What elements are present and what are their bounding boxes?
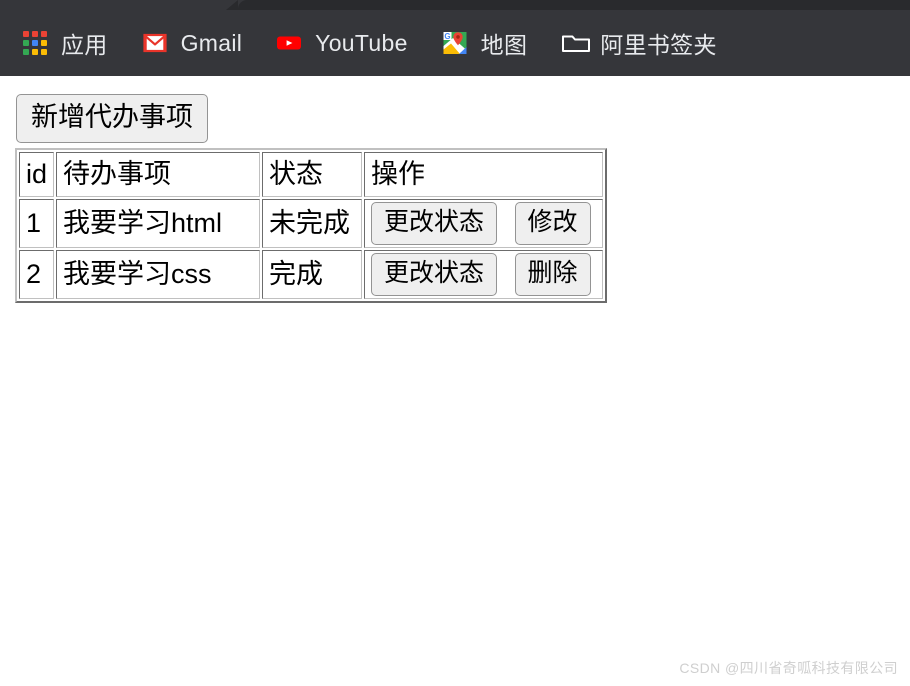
bookmark-item-youtube[interactable]: YouTube bbox=[276, 30, 407, 57]
bookmark-item-gmail[interactable]: Gmail bbox=[142, 30, 243, 57]
bookmark-label-alibaba-bookmarks: 阿里书签夹 bbox=[600, 32, 717, 58]
cell-id: 2 bbox=[19, 250, 55, 300]
bookmark-label-apps: 应用 bbox=[61, 32, 108, 58]
cell-status: 完成 bbox=[262, 250, 363, 300]
active-tab[interactable] bbox=[226, 0, 910, 10]
bookmark-item-apps[interactable]: 应用 bbox=[22, 26, 108, 60]
column-header-status: 状态 bbox=[262, 152, 363, 198]
bookmark-label-youtube: YouTube bbox=[315, 29, 408, 56]
csdn-watermark: CSDN @四川省奇呱科技有限公司 bbox=[679, 660, 898, 676]
add-todo-button[interactable]: 新增代办事项 bbox=[16, 94, 208, 143]
folder-icon bbox=[561, 30, 591, 56]
cell-title: 我要学习html bbox=[56, 199, 261, 249]
svg-text:G: G bbox=[444, 32, 450, 41]
column-header-title: 待办事项 bbox=[56, 152, 261, 198]
todo-table: id 待办事项 状态 操作 1 我要学习html 未完成 更改状态 修改 2 我… bbox=[15, 148, 608, 304]
bookmarks-bar: 应用 Gmail YouTube G 地图 阿里书签夹 bbox=[0, 10, 910, 76]
bookmark-label-maps: 地图 bbox=[480, 32, 528, 58]
browser-chrome: 应用 Gmail YouTube G 地图 阿里书签夹 bbox=[0, 0, 910, 76]
toggle-status-button[interactable]: 更改状态 bbox=[371, 253, 498, 297]
todo-table-body: 1 我要学习html 未完成 更改状态 修改 2 我要学习css 完成 更改状态… bbox=[19, 199, 604, 300]
cell-id: 1 bbox=[19, 199, 55, 249]
youtube-icon bbox=[276, 30, 302, 56]
bookmark-item-alibaba-bookmarks[interactable]: 阿里书签夹 bbox=[561, 26, 717, 60]
bookmark-item-maps[interactable]: G 地图 bbox=[442, 26, 528, 60]
delete-button[interactable]: 删除 bbox=[514, 253, 591, 297]
edit-button[interactable]: 修改 bbox=[514, 202, 591, 246]
gmail-icon bbox=[142, 30, 168, 56]
column-header-id: id bbox=[19, 152, 55, 198]
table-row: 2 我要学习css 完成 更改状态 删除 bbox=[19, 250, 604, 300]
cell-actions: 更改状态 删除 bbox=[364, 250, 604, 300]
cell-status: 未完成 bbox=[262, 199, 363, 249]
todo-table-head: id 待办事项 状态 操作 bbox=[19, 152, 604, 198]
column-header-action: 操作 bbox=[364, 152, 604, 198]
cell-title: 我要学习css bbox=[56, 250, 261, 300]
page-content: 新增代办事项 id 待办事项 状态 操作 1 我要学习html 未完成 更改状态… bbox=[0, 76, 910, 686]
google-maps-icon: G bbox=[442, 30, 468, 56]
tab-strip bbox=[0, 0, 910, 10]
table-header-row: id 待办事项 状态 操作 bbox=[19, 152, 604, 198]
table-row: 1 我要学习html 未完成 更改状态 修改 bbox=[19, 199, 604, 249]
toggle-status-button[interactable]: 更改状态 bbox=[371, 202, 498, 246]
apps-grid-icon bbox=[22, 30, 48, 56]
cell-actions: 更改状态 修改 bbox=[364, 199, 604, 249]
bookmark-label-gmail: Gmail bbox=[180, 29, 243, 56]
